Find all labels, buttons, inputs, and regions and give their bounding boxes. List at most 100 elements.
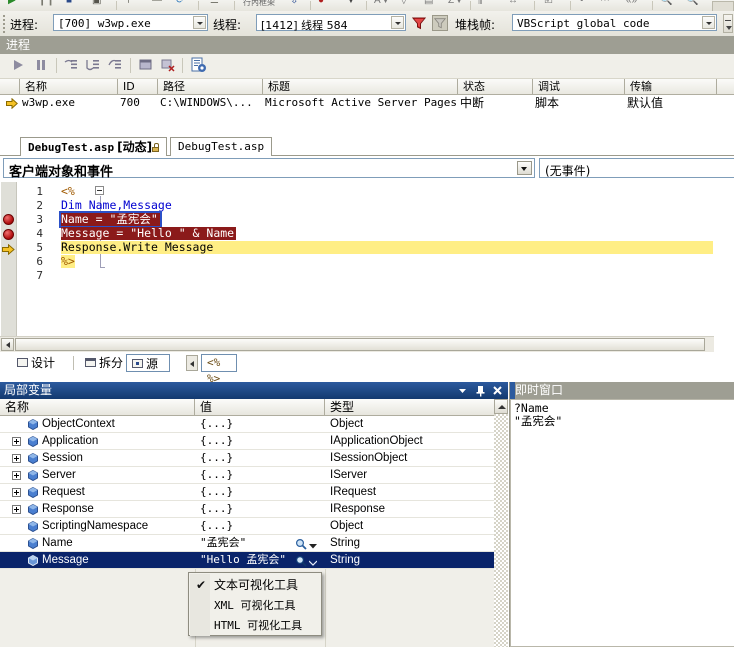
list-icon[interactable]: ☰ <box>210 0 219 6</box>
stop-icon[interactable]: ■ <box>66 0 72 6</box>
table-row[interactable]: Request {...} IRequest <box>0 484 494 501</box>
pin-icon[interactable] <box>474 384 487 397</box>
process-properties-icon[interactable] <box>190 57 208 75</box>
run-icon[interactable]: ▶ <box>8 0 16 6</box>
table-row[interactable]: Response {...} IResponse <box>0 501 494 518</box>
cell-value[interactable]: {...} <box>200 468 318 482</box>
table-row[interactable]: w3wp.exe 700 C:\WINDOWS\... Microsoft Ac… <box>0 95 734 112</box>
process-combobox[interactable]: [700] w3wp.exe <box>53 14 208 31</box>
event-combobox[interactable]: (无事件) <box>539 158 734 178</box>
stack-frame-combobox[interactable]: VBScript global code <box>512 14 717 31</box>
grid-icon[interactable]: ▤ <box>424 0 433 6</box>
column-header-id[interactable]: ID <box>118 79 158 94</box>
editor-horizontal-scrollbar[interactable] <box>0 336 714 352</box>
zoom-in-icon[interactable]: 🔍 <box>660 0 672 6</box>
tab-split[interactable]: 拆分 <box>80 354 128 372</box>
thread-combobox[interactable]: [1412] 线程 584 <box>256 14 406 31</box>
expand-toggle-icon[interactable] <box>12 505 21 514</box>
visualizer-magnifier-icon[interactable] <box>295 538 307 550</box>
code-line-1[interactable]: <% <box>61 185 75 198</box>
zoom-out-icon[interactable]: 🔍 <box>686 0 698 6</box>
cell-value[interactable]: {...} <box>200 434 318 448</box>
cell-value[interactable]: {...} <box>200 502 318 516</box>
cell-value[interactable]: "Hello 孟宪会" <box>200 553 290 567</box>
align-icon[interactable]: ⫼ <box>478 0 483 6</box>
table-row[interactable]: Server {...} IServer <box>0 467 494 484</box>
continue-icon[interactable] <box>10 57 28 75</box>
visualizer-magnifier-icon[interactable] <box>295 555 307 567</box>
tab-source[interactable]: 源 <box>126 354 170 372</box>
breakpoint-icon[interactable]: ● <box>318 0 324 6</box>
tag-nav-scroll-left-button[interactable] <box>186 355 198 371</box>
cell-value[interactable]: {...} <box>200 417 318 431</box>
visualizer-dropdown-icon[interactable] <box>309 557 317 563</box>
column-header-state[interactable]: 状态 <box>458 79 533 94</box>
column-header-title[interactable]: 标题 <box>263 79 458 94</box>
distribute-icon[interactable]: ↔ <box>508 0 518 6</box>
menu-item-xml-visualizer[interactable]: XML 可视化工具 <box>190 595 322 615</box>
tab-debugtest[interactable]: DebugTest.asp <box>170 137 272 156</box>
cell-value[interactable]: {...} <box>200 485 318 499</box>
object-combobox[interactable]: 客户端对象和事件 <box>3 158 535 178</box>
table-row[interactable]: Session {...} ISessionObject <box>0 450 494 467</box>
minus-icon[interactable]: — <box>152 0 162 6</box>
scroll-thumb[interactable] <box>15 338 705 351</box>
expand-toggle-icon[interactable] <box>12 471 21 480</box>
code-editor[interactable]: 1 2 3 4 5 6 7 <% Dim Name,Message Name =… <box>0 181 716 338</box>
chevron-down-icon[interactable] <box>193 16 206 29</box>
chevron-down-icon[interactable] <box>702 16 715 29</box>
table-row[interactable]: ScriptingNamespace {...} Object <box>0 518 494 535</box>
step-icon[interactable]: ↱ <box>126 0 134 6</box>
restart-icon[interactable]: ▣ <box>92 0 101 6</box>
thread-filter-icon[interactable] <box>411 15 427 31</box>
dropdown-icon[interactable]: ▼ <box>346 0 356 6</box>
stack-filter-icon[interactable] <box>432 15 448 31</box>
table-row[interactable]: ObjectContext {...} Object <box>0 416 494 433</box>
dots-icon[interactable]: ⋯ <box>600 0 610 6</box>
menu-item-html-visualizer[interactable]: HTML 可视化工具 <box>190 615 322 635</box>
menu-item-text-visualizer[interactable]: ✔ 文本可视化工具 <box>190 575 322 595</box>
arrows-icon[interactable]: «» <box>626 0 637 6</box>
code-line-6[interactable]: %> <box>61 255 75 268</box>
step-out-icon[interactable] <box>107 57 125 75</box>
toolbar-overflow-button[interactable] <box>723 14 733 33</box>
checkbox-icon[interactable]: ☑ <box>544 0 553 6</box>
pin-icon[interactable]: ⇩ <box>290 0 298 6</box>
column-header-debug[interactable]: 调试 <box>533 79 625 94</box>
toolbar-grip[interactable] <box>3 15 6 31</box>
editor-breakpoint-margin[interactable] <box>1 182 17 337</box>
code-line-2[interactable]: Dim Name,Message <box>61 199 172 212</box>
refresh-icon[interactable]: ⟳ <box>176 0 184 6</box>
window-dropdown-icon[interactable] <box>456 384 469 397</box>
code-line-5[interactable]: Response.Write Message <box>61 241 713 254</box>
sort-z-icon[interactable]: Z▼ <box>448 0 464 6</box>
expand-toggle-icon[interactable] <box>12 454 21 463</box>
dot-icon[interactable]: • <box>580 0 584 6</box>
step-over-icon[interactable] <box>85 57 103 75</box>
attach-process-icon[interactable] <box>138 57 156 75</box>
scroll-left-button[interactable] <box>1 338 14 351</box>
visualizer-dropdown-icon[interactable] <box>309 540 317 546</box>
table-row[interactable]: Application {...} IApplicationObject <box>0 433 494 450</box>
code-line-4[interactable]: Message = "Hello " & Name <box>61 227 236 240</box>
chevron-down-icon[interactable] <box>517 161 532 175</box>
cell-value[interactable]: "孟宪会" <box>200 536 290 550</box>
column-header-type[interactable]: 类型 <box>325 399 494 415</box>
pause-icon[interactable]: ❙❙ <box>38 0 55 6</box>
tab-design[interactable]: 设计 <box>12 354 60 372</box>
sort-asc-icon[interactable]: A▼ <box>374 0 391 6</box>
column-header-path[interactable]: 路径 <box>158 79 263 94</box>
expand-toggle-icon[interactable] <box>12 488 21 497</box>
breakpoint-marker[interactable] <box>3 214 14 225</box>
tab-debugtest-dynamic[interactable]: DebugTest.asp[动态] <box>20 137 167 156</box>
table-row[interactable]: Name "孟宪会" String <box>0 535 494 552</box>
column-header-value[interactable]: 值 <box>195 399 325 415</box>
column-header-name[interactable]: 名称 <box>20 79 118 94</box>
table-row[interactable]: Message "Hello 孟宪会" String <box>0 552 494 569</box>
cell-value[interactable]: {...} <box>200 451 318 465</box>
visualizer-context-menu[interactable]: ✔ 文本可视化工具 XML 可视化工具 HTML 可视化工具 <box>188 572 322 636</box>
step-into-icon[interactable] <box>63 57 81 75</box>
window-tab-stub[interactable] <box>510 382 515 399</box>
tag-navigator[interactable]: <% %> <box>201 354 237 372</box>
chevron-down-icon[interactable] <box>391 16 404 29</box>
